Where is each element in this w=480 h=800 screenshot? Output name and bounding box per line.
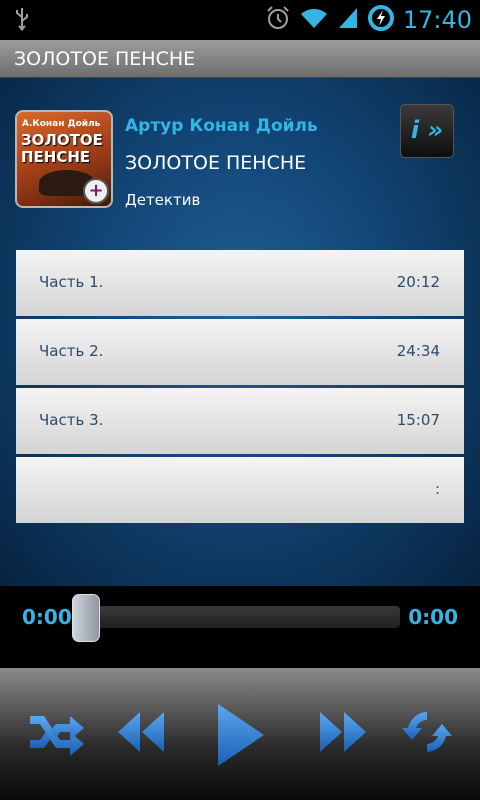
- track-list: Часть 1. 20:12 Часть 2. 24:34 Часть 3. 1…: [16, 250, 464, 526]
- track-duration: 20:12: [396, 273, 440, 291]
- player-controls: [0, 668, 480, 800]
- book-genre: Детектив: [125, 191, 201, 209]
- track-row[interactable]: Часть 1. 20:12: [16, 250, 464, 316]
- track-duration: 24:34: [396, 342, 440, 360]
- track-name: Часть 2.: [39, 342, 104, 360]
- current-time: 0:00: [22, 605, 72, 629]
- wifi-icon: [299, 6, 329, 34]
- seek-thumb[interactable]: [72, 594, 100, 642]
- cover-title: ЗОЛОТОЕ ПЕНСНЕ: [21, 131, 103, 166]
- page-title: ЗОЛОТОЕ ПЕНСНЕ: [14, 48, 196, 70]
- play-icon[interactable]: [218, 704, 264, 766]
- book-details-panel: А.Конан Дойль ЗОЛОТОЕ ПЕНСНЕ + Артур Кон…: [0, 78, 480, 586]
- seek-bar[interactable]: [80, 606, 400, 628]
- alarm-icon: [265, 5, 291, 35]
- title-bar: ЗОЛОТОЕ ПЕНСНЕ: [0, 40, 480, 78]
- track-name: Часть 1.: [39, 273, 104, 291]
- track-row[interactable]: Часть 3. 15:07: [16, 388, 464, 454]
- fast-forward-icon[interactable]: [320, 712, 366, 752]
- total-time: 0:00: [408, 605, 458, 629]
- signal-icon: [337, 6, 359, 34]
- book-title: ЗОЛОТОЕ ПЕНСНЕ: [125, 152, 307, 174]
- track-duration: :: [434, 480, 440, 498]
- status-bar: 17:40: [0, 0, 480, 40]
- repeat-icon[interactable]: [402, 706, 452, 758]
- track-row[interactable]: :: [16, 457, 464, 523]
- cover-author: А.Конан Дойль: [22, 119, 101, 129]
- battery-charging-icon: [367, 4, 395, 36]
- track-duration: 15:07: [396, 411, 440, 429]
- status-time: 17:40: [402, 6, 472, 34]
- book-author: Артур Конан Дойль: [125, 116, 318, 136]
- track-name: Часть 3.: [39, 411, 104, 429]
- book-cover[interactable]: А.Конан Дойль ЗОЛОТОЕ ПЕНСНЕ +: [15, 110, 113, 208]
- track-row[interactable]: Часть 2. 24:34: [16, 319, 464, 385]
- shuffle-icon[interactable]: [28, 708, 86, 758]
- playback-progress: 0:00 0:00: [0, 586, 480, 668]
- usb-icon: [14, 7, 30, 35]
- rewind-icon[interactable]: [118, 712, 164, 752]
- zoom-in-icon[interactable]: +: [83, 178, 109, 204]
- info-button[interactable]: i »: [400, 104, 454, 158]
